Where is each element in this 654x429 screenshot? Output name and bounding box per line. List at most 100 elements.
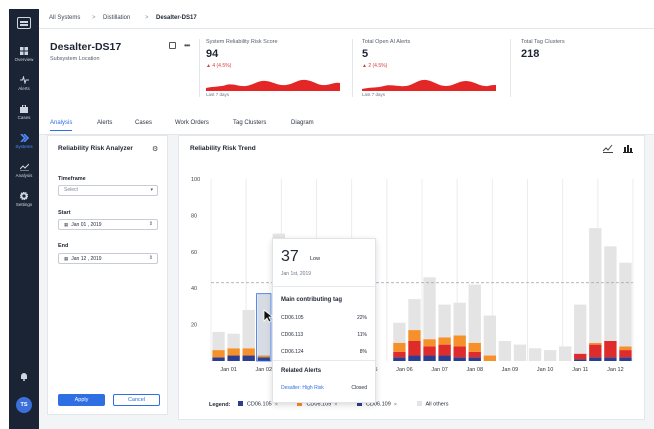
related-alert-link[interactable]: Desalter: High Risk [281,385,324,391]
bar-segment [498,340,512,361]
bar-segment [423,355,436,361]
bar-segment [574,359,587,361]
metric-label: System Reliability Risk Score [206,39,278,45]
asset-location: Subsystem Location [50,56,100,62]
nav-label: Alerts [18,86,30,91]
end-label: End [58,243,69,249]
bar-segment [604,246,617,341]
y-tick-label: 80 [191,213,197,219]
x-tick-label: Jan 10 [537,367,554,373]
risk-trend-panel: 20406080100Jan 01Jan 02Jan 03Jan 04Jan 0… [178,135,645,420]
bar-segment [468,357,481,361]
bar-segment [423,277,436,340]
line-chart-icon[interactable] [603,144,613,153]
y-tick-label: 40 [191,286,197,292]
x-tick-label: Jan 09 [502,367,519,373]
nav-item-systems[interactable]: Systems [9,134,39,149]
bar-segment [589,228,602,343]
bar-segment [558,346,572,361]
contrib-tag: CD06.124 [281,349,304,355]
nav-item-alerts[interactable]: Alerts [9,76,39,91]
bar-chart-icon[interactable] [623,144,633,153]
hover-highlight [256,293,272,362]
more-options-icon[interactable]: ••• [184,41,190,50]
gear-icon[interactable]: ⚙ [152,145,158,153]
bar-segment [453,357,466,361]
x-tick-label: Jan 11 [572,367,588,373]
x-tick-label: Jan 01 [220,367,237,373]
notification-bell-icon[interactable] [20,372,28,381]
legend-title: Legend: [209,401,231,408]
tab-tag-clusters[interactable]: Tag Clusters [233,120,266,130]
tooltip-date: Jan 1st, 2019 [281,271,312,277]
end-date-field[interactable]: ▦ Jan 12 , 2019 ⇕ [58,253,158,264]
bar-segment [574,304,587,354]
tab-cases[interactable]: Cases [135,120,152,130]
nav-label: Cases [17,115,31,120]
cancel-button[interactable]: Cancel [113,394,160,406]
tab-analysis[interactable]: Analysis [50,120,73,131]
risk-sparkline [206,79,340,91]
bar-segment [242,310,255,349]
data-point-tooltip: 37 Low Jan 1st, 2019 Main contributing t… [272,238,376,403]
bar-segment [408,355,421,361]
nav-item-overview[interactable]: Overview [9,47,39,62]
left-nav: Overview Alerts Cases Systems Analysis S… [9,9,39,429]
tab-diagram[interactable]: Diagram [291,120,314,130]
bar-segment [483,315,497,356]
metric-value: 94 [206,48,219,60]
bar-segment [227,333,240,349]
bar-segment [543,350,557,361]
bar-segment [619,262,632,347]
start-date-field[interactable]: ▦ Jan 01 , 2019 ⇕ [58,219,158,230]
bar-segment [438,304,451,338]
stepper-icon[interactable]: ⇕ [149,254,153,263]
bar-segment [453,346,466,358]
comment-icon[interactable] [169,42,176,49]
bar-segment [468,342,481,352]
nav-label: Analysis [15,173,33,178]
nav-item-analysis[interactable]: Analysis [9,163,39,178]
breadcrumb-current: Desalter-DS17 [156,15,197,21]
remove-icon[interactable]: × [394,402,397,408]
apply-button[interactable]: Apply [58,394,105,406]
timeframe-select[interactable]: Select ▾ [58,185,158,196]
y-tick-label: 100 [191,177,200,183]
risk-analyzer-panel: Reliability Risk Analyzer ⚙ Timeframe Se… [47,135,168,415]
bar-segment [408,299,421,331]
nav-label: Systems [15,144,33,149]
bar-segment [589,357,602,361]
pulse-icon [19,76,29,84]
bar-segment [423,339,436,347]
metric-tag-clusters: Total Tag Clusters 218 [521,39,651,101]
bar-segment [468,284,481,343]
bar-segment [227,355,240,361]
metric-delta: ▲ 4 (4.5%) [206,63,232,69]
bar-segment [242,348,255,356]
risk-trend-chart: 20406080100Jan 01Jan 02Jan 03Jan 04Jan 0… [191,177,634,373]
nav-item-settings[interactable]: Settings [9,192,39,207]
stepper-icon[interactable]: ⇕ [149,220,153,229]
app-logo-icon[interactable] [17,17,31,29]
legend-item: All others [416,401,448,408]
breadcrumb-separator: > [145,15,149,21]
x-tick-label: Jan 08 [466,367,483,373]
metric-risk-score: System Reliability Risk Score 94 ▲ 4 (4.… [206,39,346,101]
contrib-pct: 8% [359,349,367,355]
breadcrumb-item[interactable]: All Systems [49,15,80,21]
metric-label: Total Open AI Alerts [362,39,411,45]
bar-segment [408,340,421,356]
x-tick-label: Jan 02 [255,367,272,373]
bar-segment [483,355,497,361]
tab-work-orders[interactable]: Work Orders [175,120,209,130]
related-alerts-title: Related Alerts [281,368,322,374]
calendar-icon: ▦ [64,222,69,227]
nav-label: Settings [15,202,33,207]
x-tick-label: Jan 12 [607,367,624,373]
avatar[interactable]: TS [16,397,32,413]
briefcase-icon [20,105,28,113]
breadcrumb-item[interactable]: Distillation [103,15,130,21]
tab-alerts[interactable]: Alerts [97,120,112,130]
bar-segment [619,350,632,358]
nav-item-cases[interactable]: Cases [9,105,39,120]
